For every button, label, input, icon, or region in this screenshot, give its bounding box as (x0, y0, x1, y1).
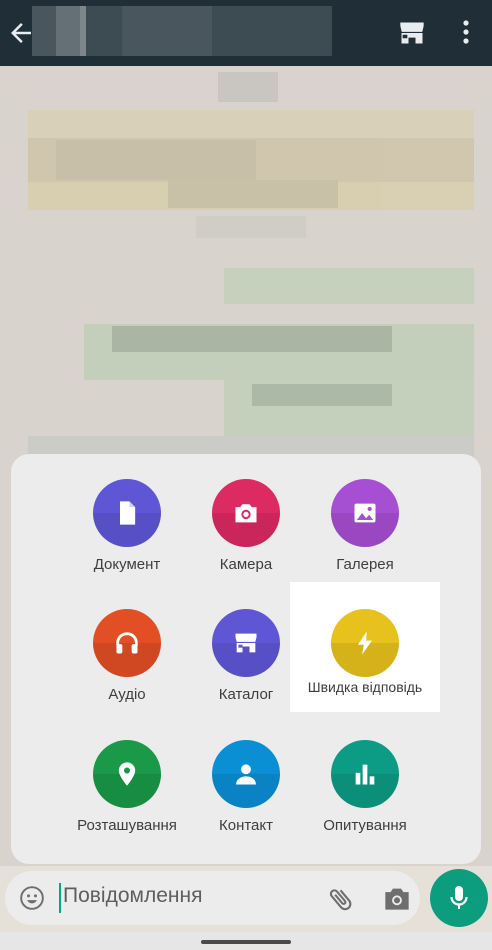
location-circle (93, 740, 161, 808)
message-input-bar: Повідомлення (5, 871, 420, 925)
audio-circle (93, 609, 161, 677)
storefront-icon[interactable] (398, 20, 426, 46)
microphone-button[interactable] (430, 869, 488, 927)
message-bubble-blurred (224, 380, 474, 436)
person-icon (236, 764, 256, 785)
headphones-icon (116, 632, 138, 654)
text-cursor (59, 883, 61, 913)
message-text-blurred (196, 216, 306, 238)
emoji-icon[interactable] (19, 885, 45, 911)
poll-label: Опитування (323, 817, 407, 834)
message-bubble-blurred (224, 268, 474, 304)
paperclip-icon[interactable] (327, 885, 355, 913)
home-indicator[interactable] (201, 940, 291, 944)
bar-chart-icon (355, 764, 375, 785)
camera-circle (212, 479, 280, 547)
document-icon (120, 501, 136, 525)
gallery-icon (354, 503, 376, 523)
document-circle (93, 479, 161, 547)
catalog-circle (212, 609, 280, 677)
gallery-label: Галерея (336, 556, 394, 573)
attach-gallery-button[interactable]: Галерея (305, 455, 425, 575)
storefront-icon (235, 633, 257, 653)
message-bubble-blurred (84, 324, 474, 380)
quick-reply-circle (331, 609, 399, 677)
system-nav-bar (0, 932, 492, 950)
camera-icon[interactable] (383, 885, 411, 911)
contact-circle (212, 740, 280, 808)
attach-quick-reply-button[interactable]: Швидка відповідь (305, 585, 425, 705)
quick-reply-label: Швидка відповідь (307, 679, 423, 695)
message-bubble-blurred (28, 110, 474, 210)
attach-poll-button[interactable]: Опитування (305, 716, 425, 836)
more-vert-icon[interactable] (456, 16, 476, 48)
microphone-icon (450, 886, 468, 909)
date-chip-blurred (218, 72, 278, 102)
contact-name-blurred[interactable] (32, 6, 332, 56)
location-pin-icon (118, 762, 136, 786)
poll-circle (331, 740, 399, 808)
gallery-circle (331, 479, 399, 547)
chat-header (0, 0, 492, 66)
lightning-icon (358, 631, 372, 655)
message-input[interactable]: Повідомлення (63, 884, 202, 908)
camera-icon (235, 504, 257, 523)
